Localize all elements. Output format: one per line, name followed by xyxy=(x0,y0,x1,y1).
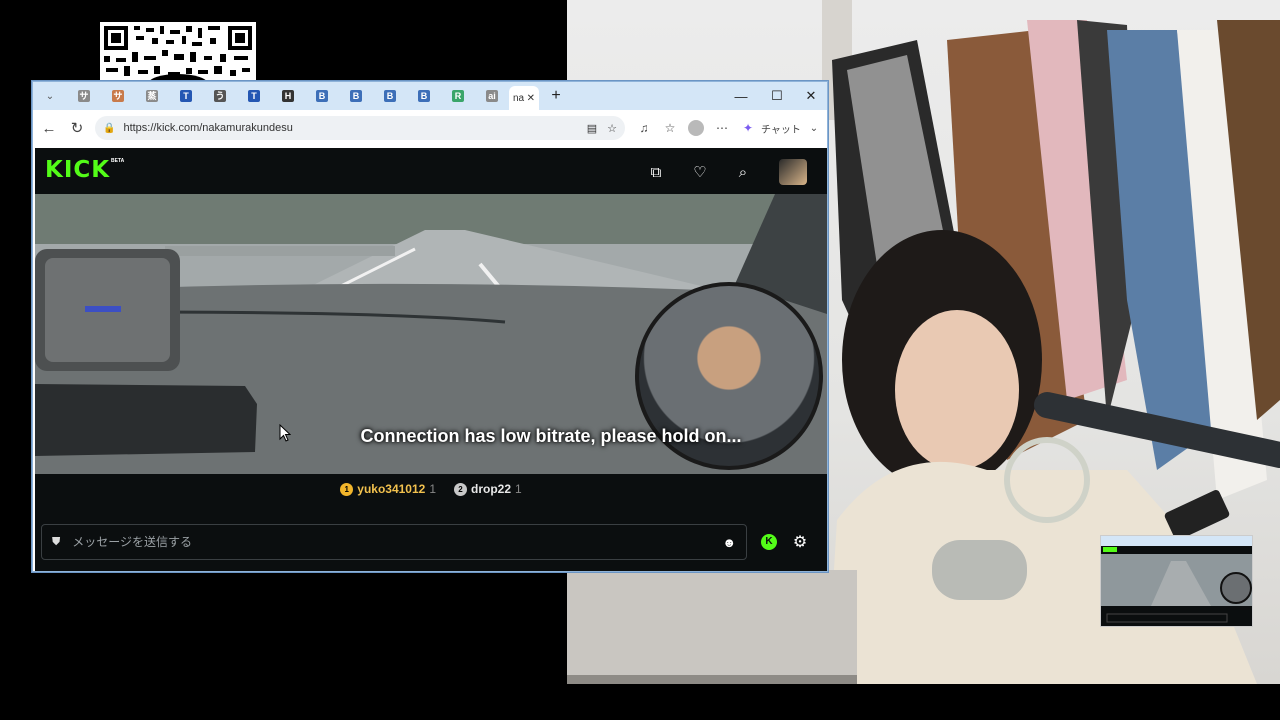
tab-favicon-icon: T xyxy=(180,90,192,102)
tab-item[interactable]: う xyxy=(203,86,237,106)
tab-favicon-icon: ai xyxy=(486,90,498,102)
new-tab-button[interactable]: + xyxy=(539,86,573,106)
tab-active[interactable]: na ✕ xyxy=(509,86,539,110)
avatar[interactable] xyxy=(779,159,807,185)
tab-favicon-icon: T xyxy=(248,90,260,102)
kick-points-button[interactable]: K xyxy=(760,533,778,551)
back-button[interactable]: ← xyxy=(35,114,63,142)
tab-strip: サ サ 蒸 T う T H B B B B Rai xyxy=(67,86,509,106)
rank-badge: 2 xyxy=(454,482,468,496)
plus-icon: + xyxy=(551,87,561,104)
tab-list-dropdown[interactable]: ⌄ xyxy=(33,86,67,106)
tab-item[interactable]: T xyxy=(169,86,203,106)
leaderboard-entry[interactable]: 2 drop22 1 xyxy=(454,482,522,496)
tab-active-label: na xyxy=(513,92,525,104)
favorite-star-icon[interactable]: ☆ xyxy=(607,122,617,135)
emoji-icon[interactable]: ☻ xyxy=(722,535,736,550)
tab-favicon-icon: サ xyxy=(112,90,124,102)
tab-favicon-icon: B xyxy=(350,90,362,102)
gift-leaderboard: 1 yuko341012 1 2 drop22 1 xyxy=(35,474,827,504)
tab-item[interactable]: ai xyxy=(475,86,509,106)
chevron-down-icon: ⌄ xyxy=(45,90,55,102)
tab-favicon-icon: B xyxy=(384,90,396,102)
kick-logo[interactable]: KICK xyxy=(45,157,110,183)
maximize-icon: ☐ xyxy=(771,88,783,103)
tab-item[interactable]: R xyxy=(441,86,475,106)
tab-item[interactable]: 蒸 xyxy=(135,86,169,106)
rank-badge: 1 xyxy=(340,482,354,496)
theater-mode-icon[interactable]: ⧉ xyxy=(645,161,667,183)
heart-icon[interactable]: ♡ xyxy=(689,161,711,183)
qr-code xyxy=(100,22,256,82)
leaderboard-entry[interactable]: 1 yuko341012 1 xyxy=(340,482,436,496)
monitor-preview xyxy=(1100,535,1253,627)
kick-page: KICK BETA ⧉ ♡ ⌕ Connection has low bitra… xyxy=(35,148,827,571)
screen: ⌄ サ サ 蒸 T う T H B B B B Rai na ✕ + — ☐ ✕ ← ↻ 🔒 http… xyxy=(0,0,1280,720)
tab-favicon-icon: 蒸 xyxy=(146,90,158,102)
url-text: https://kick.com/nakamurakundesu xyxy=(123,122,293,134)
browser-window: ⌄ サ サ 蒸 T う T H B B B B Rai na ✕ + — ☐ ✕ ← ↻ 🔒 http… xyxy=(32,81,828,572)
chat-label[interactable]: チャット xyxy=(761,121,801,136)
lock-icon: 🔒 xyxy=(103,122,116,134)
refresh-button[interactable]: ↻ xyxy=(63,114,91,142)
kick-header: KICK BETA ⧉ ♡ ⌕ xyxy=(35,148,827,194)
tab-item[interactable]: T xyxy=(237,86,271,106)
shield-icon[interactable]: ⛊ xyxy=(52,536,60,549)
leaderboard-count: 1 xyxy=(515,482,522,496)
tab-favicon-icon: R xyxy=(452,90,464,102)
favorites-icon[interactable]: ☆ xyxy=(657,115,683,141)
media-icon[interactable]: ♫ xyxy=(631,115,657,141)
minimize-icon: — xyxy=(734,88,748,104)
video-player[interactable]: Connection has low bitrate, please hold … xyxy=(35,194,827,474)
beta-badge: BETA xyxy=(111,158,125,164)
more-menu-icon[interactable]: ⋯ xyxy=(709,115,735,141)
chat-settings-button[interactable]: ⚙ xyxy=(791,533,809,551)
chat-input[interactable] xyxy=(72,535,723,549)
tab-item[interactable]: サ xyxy=(67,86,101,106)
tab-favicon-icon: う xyxy=(214,90,226,102)
reader-mode-icon[interactable]: ▤ xyxy=(587,122,597,135)
video-status-message: Connection has low bitrate, please hold … xyxy=(360,426,742,446)
gear-icon: ⚙ xyxy=(792,534,808,551)
tab-favicon-icon: B xyxy=(316,90,328,102)
tab-favicon-icon: B xyxy=(418,90,430,102)
window-close-button[interactable]: ✕ xyxy=(793,82,827,110)
address-bar-row: ← ↻ 🔒 https://kick.com/nakamurakundesu ▤… xyxy=(33,110,827,146)
tab-favicon-icon: H xyxy=(282,90,294,102)
profile-avatar[interactable] xyxy=(683,115,709,141)
tab-item[interactable]: H xyxy=(271,86,305,106)
minimize-button[interactable]: — xyxy=(723,82,759,110)
tab-bar: ⌄ サ サ 蒸 T う T H B B B B Rai na ✕ + — ☐ ✕ xyxy=(33,82,827,110)
leaderboard-username[interactable]: drop22 xyxy=(471,482,511,496)
address-bar[interactable]: 🔒 https://kick.com/nakamurakundesu ▤ ☆ xyxy=(95,116,625,140)
maximize-button[interactable]: ☐ xyxy=(759,82,795,110)
tab-item[interactable]: B xyxy=(305,86,339,106)
close-icon: ✕ xyxy=(805,88,817,103)
tab-item[interactable]: B xyxy=(373,86,407,106)
refresh-icon: ↻ xyxy=(70,120,84,137)
leaderboard-username[interactable]: yuko341012 xyxy=(357,482,425,496)
arrow-left-icon: ← xyxy=(41,119,57,137)
k-coin-icon: K xyxy=(761,534,777,550)
tab-favicon-icon: サ xyxy=(78,90,90,102)
chevron-down-icon[interactable]: ⌄ xyxy=(801,115,827,141)
tab-item[interactable]: サ xyxy=(101,86,135,106)
tab-item[interactable]: B xyxy=(339,86,373,106)
chat-input-box[interactable]: ⛊ ☻ xyxy=(41,524,747,560)
leaderboard-count: 1 xyxy=(429,482,437,496)
mouse-cursor-icon xyxy=(279,424,291,442)
copilot-icon[interactable]: ✦ xyxy=(735,115,761,141)
tab-item[interactable]: B xyxy=(407,86,441,106)
close-icon[interactable]: ✕ xyxy=(527,93,535,104)
search-icon[interactable]: ⌕ xyxy=(732,161,754,183)
